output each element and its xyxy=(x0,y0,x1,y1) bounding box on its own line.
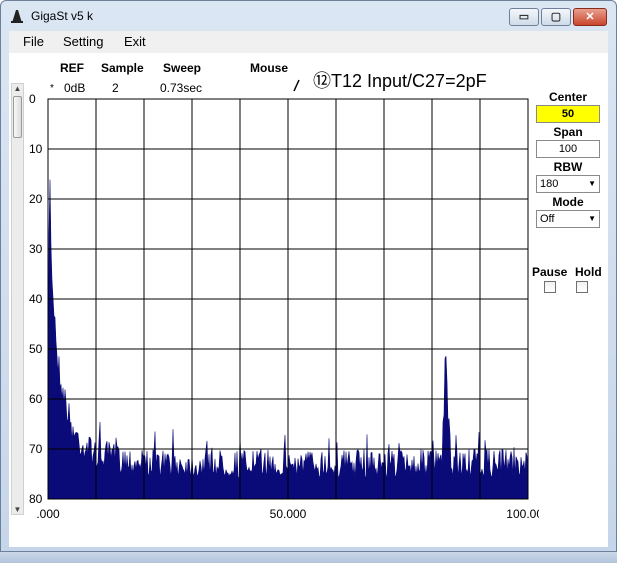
close-icon: ✕ xyxy=(585,11,595,23)
mode-value: Off xyxy=(540,213,555,225)
y-tick-label: 60 xyxy=(29,392,43,406)
hold-checkbox[interactable] xyxy=(576,281,588,293)
y-tick-label: 70 xyxy=(29,442,43,456)
center-label: Center xyxy=(548,90,587,104)
maximize-icon: ▢ xyxy=(550,11,562,23)
hold-label: Hold xyxy=(575,265,602,279)
maximize-button[interactable]: ▢ xyxy=(541,8,571,26)
x-tick-label: 50.000 xyxy=(270,507,307,521)
title-bar[interactable]: GigaSt v5 k ▭ ▢ ✕ xyxy=(1,1,616,31)
rbw-select[interactable]: 180 ▼ xyxy=(536,175,600,193)
y-tick-label: 0 xyxy=(29,92,36,106)
y-tick-label: 40 xyxy=(29,292,43,306)
y-tick-label: 30 xyxy=(29,242,43,256)
y-tick-label: 50 xyxy=(29,342,43,356)
minimize-button[interactable]: ▭ xyxy=(509,8,539,26)
y-tick-label: 20 xyxy=(29,192,43,206)
chevron-down-icon: ▼ xyxy=(588,214,596,223)
x-tick-label: 100.000 xyxy=(506,507,539,521)
y-tick-label: 80 xyxy=(29,492,43,506)
spectrum-chart[interactable]: 0 10 20 30 40 50 60 70 80.000 50.000 100.000 xyxy=(9,31,539,531)
pause-checkbox[interactable] xyxy=(544,281,556,293)
minimize-icon: ▭ xyxy=(518,11,530,23)
center-field[interactable]: 50 xyxy=(536,105,600,123)
x-tick-label: .000 xyxy=(36,507,60,521)
mode-label: Mode xyxy=(552,195,584,209)
client-area: File Setting Exit REF Sample Sweep Mouse… xyxy=(9,31,608,547)
rbw-value: 180 xyxy=(540,178,559,190)
app-window: GigaSt v5 k ▭ ▢ ✕ File Setting Exit REF … xyxy=(0,0,617,552)
app-icon xyxy=(11,10,23,23)
pause-label: Pause xyxy=(532,265,568,279)
rbw-label: RBW xyxy=(553,160,583,174)
y-tick-label: 10 xyxy=(29,142,43,156)
chevron-down-icon: ▼ xyxy=(588,179,596,188)
window-title: GigaSt v5 k xyxy=(31,9,94,23)
taskbar xyxy=(0,552,617,563)
mode-select[interactable]: Off ▼ xyxy=(536,210,600,228)
span-field[interactable]: 100 xyxy=(536,140,600,158)
span-label: Span xyxy=(553,125,583,139)
close-button[interactable]: ✕ xyxy=(573,8,607,26)
